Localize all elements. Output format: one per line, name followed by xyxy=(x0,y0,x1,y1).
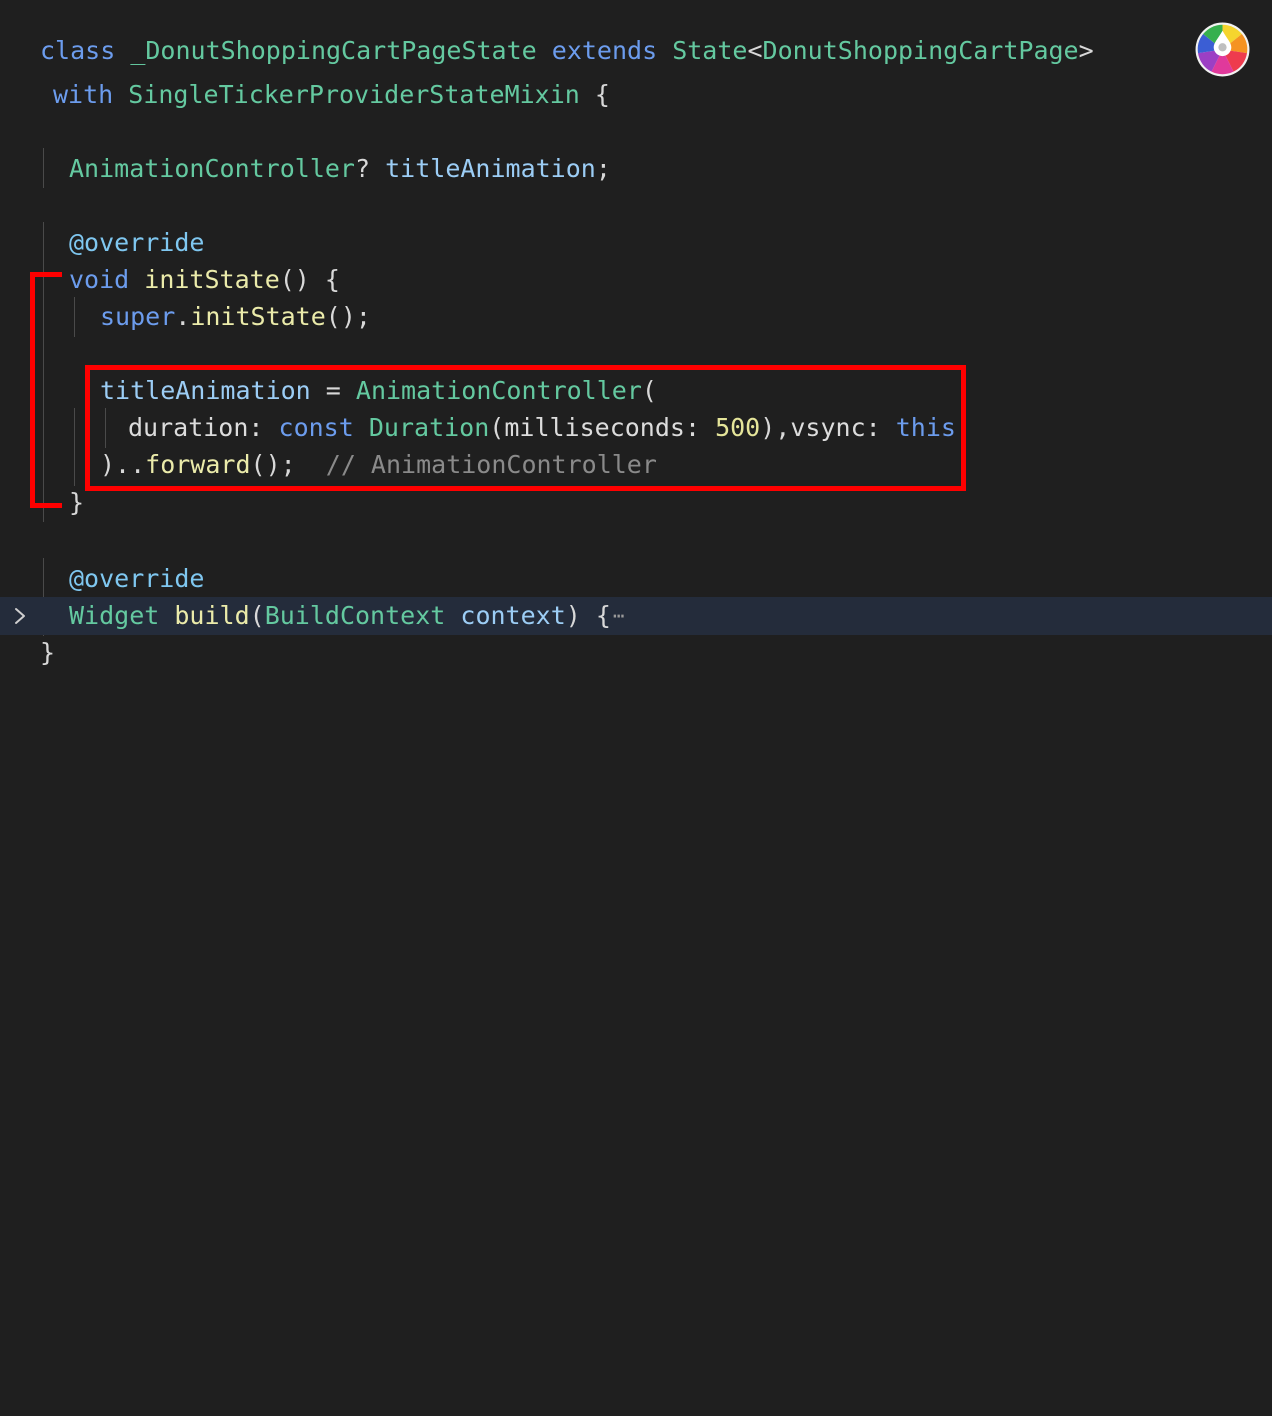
mixin-name: SingleTickerProviderStateMixin xyxy=(128,80,580,109)
keyword-super: super xyxy=(100,302,176,331)
code-line-initstate-signature[interactable]: void initState() { xyxy=(0,261,1272,299)
open-brace: { xyxy=(594,80,610,109)
parens: () xyxy=(279,265,310,294)
cascade-operator: ).. xyxy=(100,450,146,479)
generic-open: < xyxy=(747,36,763,65)
close-paren: ) xyxy=(760,413,776,442)
keyword-with: with xyxy=(53,80,114,109)
named-arg-duration: duration: xyxy=(128,413,264,442)
field-type: AnimationController xyxy=(69,154,355,183)
code-line-super-initstate[interactable]: super.initState(); xyxy=(0,298,1272,336)
code-line-override-annotation-1[interactable]: @override xyxy=(0,224,1272,262)
inline-comment: // AnimationController xyxy=(325,450,657,479)
open-paren: ( xyxy=(641,376,657,405)
open-paren: ( xyxy=(489,413,505,442)
comma: , xyxy=(775,413,791,442)
named-arg-milliseconds: milliseconds: xyxy=(504,413,701,442)
named-arg-vsync: vsync: xyxy=(790,413,881,442)
type-duration: Duration xyxy=(368,413,490,442)
code-line-build-signature[interactable]: Widget build(BuildContext context) {⋯ xyxy=(0,597,1272,635)
keyword-const: const xyxy=(278,413,354,442)
open-brace: { xyxy=(324,265,340,294)
code-line-class-close[interactable]: } xyxy=(0,634,1272,672)
open-brace: { xyxy=(595,601,611,630)
code-editor-screenshot: class _DonutShoppingCartPageState extend… xyxy=(0,0,1272,708)
assignment-operator: = xyxy=(325,376,341,405)
code-line-override-annotation-2[interactable]: @override xyxy=(0,560,1272,598)
call-tail: (); xyxy=(250,450,296,479)
semicolon: ; xyxy=(595,154,611,183)
method-name-initstate-call: initState xyxy=(190,302,326,331)
open-paren: ( xyxy=(249,601,265,630)
base-type: State xyxy=(672,36,748,65)
return-type-widget: Widget xyxy=(69,601,160,630)
method-name-initstate: initState xyxy=(144,265,280,294)
field-name: titleAnimation xyxy=(385,154,596,183)
override-annotation: @override xyxy=(69,228,205,257)
generic-close: > xyxy=(1078,36,1094,65)
folded-code-ellipsis[interactable]: ⋯ xyxy=(611,598,625,636)
code-line-class-declaration[interactable]: class _DonutShoppingCartPageState extend… xyxy=(0,32,1272,70)
value-milliseconds: 500 xyxy=(715,413,761,442)
call-tail: (); xyxy=(325,302,371,331)
method-name-forward: forward xyxy=(145,450,251,479)
keyword-class: class xyxy=(40,36,116,65)
method-name-build: build xyxy=(174,601,250,630)
code-line-with-mixin[interactable]: with SingleTickerProviderStateMixin { xyxy=(0,76,1272,114)
nullable-marker: ? xyxy=(354,154,371,183)
param-name-context: context xyxy=(460,601,566,630)
keyword-this: this xyxy=(895,413,956,442)
code-line-field-declaration[interactable]: AnimationController? titleAnimation; xyxy=(0,150,1272,188)
keyword-void: void xyxy=(69,265,130,294)
dot-operator: . xyxy=(175,302,191,331)
keyword-extends: extends xyxy=(551,36,658,65)
fold-chevron-icon[interactable] xyxy=(8,597,32,635)
close-brace: } xyxy=(69,488,85,517)
code-line-controller-assignment[interactable]: titleAnimation = AnimationController( xyxy=(0,372,1272,410)
param-type-buildcontext: BuildContext xyxy=(264,601,446,630)
generic-argument: DonutShoppingCartPage xyxy=(762,36,1079,65)
donut-color-wheel-logo[interactable] xyxy=(1195,22,1250,77)
code-line-controller-arguments[interactable]: duration: const Duration(milliseconds: 5… xyxy=(0,409,1272,447)
override-annotation: @override xyxy=(69,564,205,593)
code-content[interactable]: class _DonutShoppingCartPageState extend… xyxy=(0,0,1272,708)
code-line-cascade-forward[interactable]: )..forward(); // AnimationController xyxy=(0,446,1272,484)
close-paren: ) xyxy=(565,601,581,630)
class-name: _DonutShoppingCartPageState xyxy=(130,36,537,65)
code-line-initstate-close[interactable]: } xyxy=(0,484,1272,522)
close-brace: } xyxy=(40,638,56,667)
constructor-name: AnimationController xyxy=(355,376,642,405)
field-name: titleAnimation xyxy=(100,376,311,405)
